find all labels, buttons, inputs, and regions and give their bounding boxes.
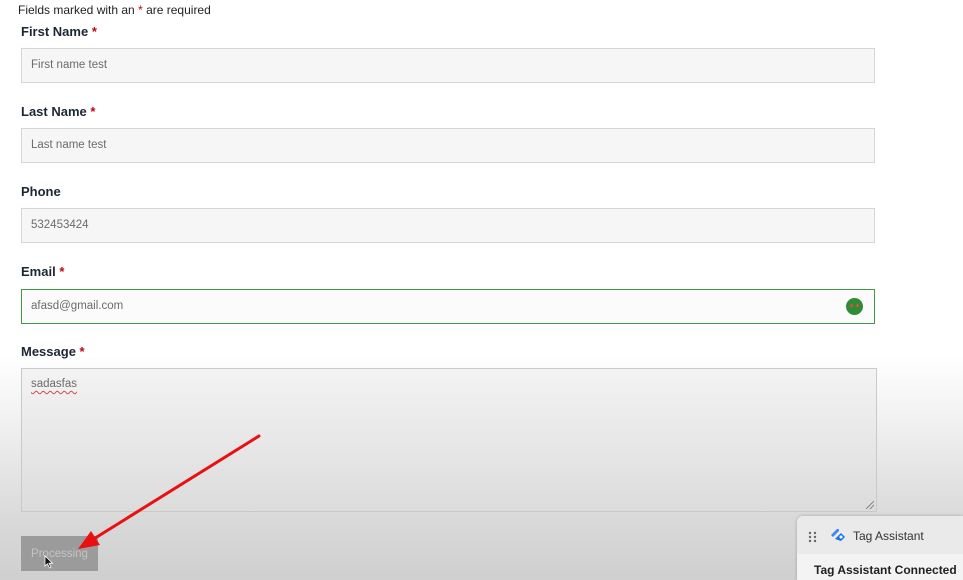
message-label-text: Message [21, 344, 76, 359]
required-fields-note: Fields marked with an * are required [18, 3, 211, 17]
message-value: sadasfas [31, 378, 78, 390]
email-label-text: Email [21, 264, 56, 279]
email-required-mark: * [59, 264, 65, 279]
tag-assistant-status: Tag Assistant Connected [814, 563, 957, 577]
phone-label-text: Phone [21, 184, 61, 199]
tag-assistant-title: Tag Assistant [853, 529, 924, 543]
last-name-label: Last Name * [21, 104, 95, 119]
message-textarea[interactable]: sadasfas [21, 368, 877, 512]
resize-grip-icon[interactable] [866, 501, 874, 509]
email-label: Email * [21, 264, 64, 279]
message-required-mark: * [79, 344, 85, 359]
email-value: afasd@gmail.com [31, 300, 124, 312]
phone-input[interactable]: 532453424 [21, 208, 875, 243]
required-note-prefix: Fields marked with an [18, 3, 135, 17]
required-note-star: * [138, 3, 143, 17]
submit-button[interactable]: Processing [21, 536, 98, 571]
email-input[interactable]: afasd@gmail.com [21, 289, 875, 324]
first-name-label: First Name * [21, 24, 97, 39]
mouse-cursor-icon [44, 555, 54, 569]
first-name-input[interactable]: First name test [21, 48, 875, 83]
last-name-label-text: Last Name [21, 104, 87, 119]
tag-assistant-icon [831, 529, 845, 541]
first-name-value: First name test [31, 59, 108, 71]
last-name-input[interactable]: Last name test [21, 128, 875, 163]
message-label: Message * [21, 344, 85, 359]
tag-assistant-header: Tag Assistant [797, 516, 963, 554]
first-name-required-mark: * [91, 24, 97, 39]
tag-assistant-panel: Tag Assistant Tag Assistant Connected [797, 516, 963, 580]
first-name-label-text: First Name [21, 24, 89, 39]
autofill-extension-icon[interactable] [846, 298, 863, 315]
phone-value: 532453424 [31, 219, 89, 231]
last-name-value: Last name test [31, 139, 107, 151]
phone-label: Phone [21, 184, 61, 199]
last-name-required-mark: * [90, 104, 96, 119]
drag-handle-icon[interactable] [808, 531, 817, 543]
required-note-suffix: are required [146, 3, 211, 17]
